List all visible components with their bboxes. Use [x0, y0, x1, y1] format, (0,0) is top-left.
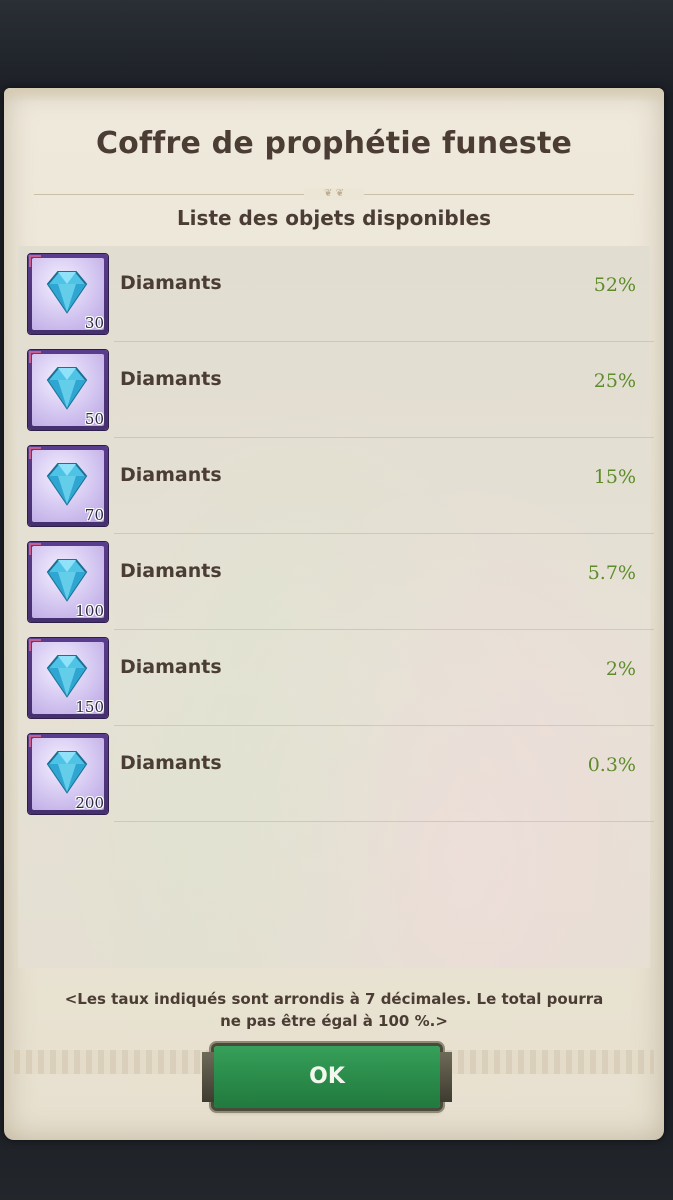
item-quantity: 30 [84, 314, 104, 332]
chest-rates-dialog: Coffre de prophétie funeste ❦ ❦ Liste de… [4, 88, 664, 1140]
list-header: Liste des objets disponibles [176, 206, 492, 230]
item-rate: 15% [593, 466, 636, 488]
item-rate: 52% [593, 274, 636, 296]
item-slot[interactable]: 30 [28, 254, 108, 334]
diamond-icon [46, 559, 88, 602]
item-slot[interactable]: 150 [28, 638, 108, 718]
item-quantity: 70 [84, 506, 104, 524]
item-rate: 25% [593, 370, 636, 392]
list-item: 150 Diamants 2% [26, 634, 654, 726]
list-item: 50 Diamants 25% [26, 346, 654, 438]
item-slot[interactable]: 50 [28, 350, 108, 430]
item-slot[interactable]: 70 [28, 446, 108, 526]
list-item: 200 Diamants 0.3% [26, 730, 654, 822]
item-name: Diamants [120, 272, 222, 294]
ok-button[interactable]: OK [202, 1046, 452, 1108]
list-item: 30 Diamants 52% [26, 250, 654, 342]
title-divider: ❦ ❦ [34, 188, 634, 200]
divider-ornament-icon: ❦ ❦ [304, 188, 364, 200]
item-name: Diamants [120, 368, 222, 390]
item-name: Diamants [120, 560, 222, 582]
disclaimer-line-1: <Les taux indiqués sont arrondis à 7 déc… [64, 990, 604, 1008]
diamond-icon [46, 367, 88, 410]
diamond-icon [46, 751, 88, 794]
list-item: 100 Diamants 5.7% [26, 538, 654, 630]
diamond-icon [46, 271, 88, 314]
item-quantity: 50 [84, 410, 104, 428]
ok-button-label: OK [309, 1064, 345, 1089]
item-quantity: 100 [75, 602, 104, 620]
disclaimer-line-2: ne pas être égal à 100 %.> [220, 1012, 448, 1030]
item-name: Diamants [120, 464, 222, 486]
item-quantity: 150 [75, 698, 104, 716]
list-item: 70 Diamants 15% [26, 442, 654, 534]
screen: Coffre de prophétie funeste ❦ ❦ Liste de… [0, 0, 673, 1200]
item-rate: 5.7% [587, 562, 636, 584]
item-rate: 2% [605, 658, 636, 680]
item-quantity: 200 [75, 794, 104, 812]
item-rate: 0.3% [587, 754, 636, 776]
item-list[interactable]: 30 Diamants 52% 50 Diamants 25% 70 Diama… [18, 246, 654, 968]
diamond-icon [46, 463, 88, 506]
diamond-icon [46, 655, 88, 698]
dialog-title: Coffre de prophétie funeste [95, 126, 573, 161]
rates-disclaimer: <Les taux indiqués sont arrondis à 7 déc… [44, 988, 624, 1032]
item-name: Diamants [120, 752, 222, 774]
item-slot[interactable]: 100 [28, 542, 108, 622]
item-slot[interactable]: 200 [28, 734, 108, 814]
item-name: Diamants [120, 656, 222, 678]
